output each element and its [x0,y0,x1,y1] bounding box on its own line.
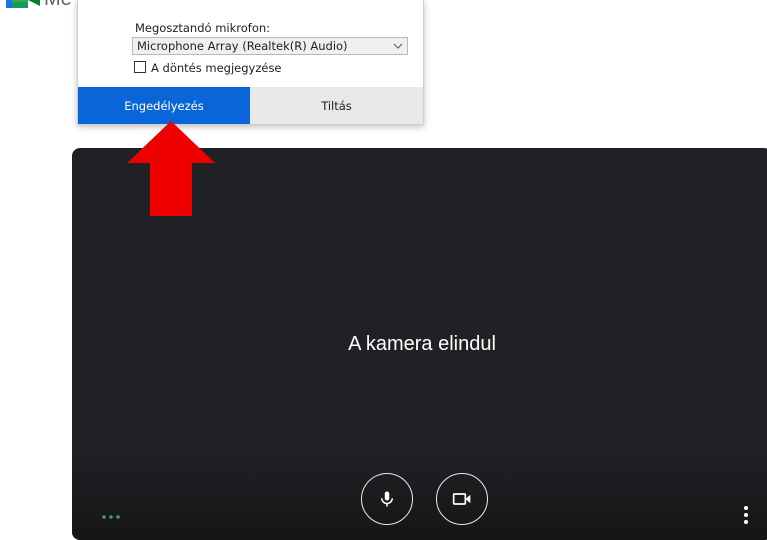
page: Me Megosztandó mikrofon: Microphone Arra… [0,0,767,540]
microphone-icon [381,491,393,507]
deny-button-label: Tiltás [321,98,352,113]
annotation-arrow [127,121,215,216]
video-camera-icon [452,493,471,505]
app-title: Me [44,0,72,11]
deny-button[interactable]: Tiltás [250,87,423,124]
three-dots-horizontal-icon[interactable] [101,512,121,522]
remember-checkbox-label: A döntés megjegyzése [151,61,282,75]
mic-select-label-text: Megosztandó mikrofon: [135,21,271,35]
three-dots-vertical-icon[interactable] [741,504,751,526]
camera-status-text: A kamera elindul [348,333,496,355]
camera-toggle-button[interactable] [436,473,488,525]
remember-checkbox[interactable] [134,61,146,73]
allow-button[interactable]: Engedélyezés [78,87,250,124]
mic-select[interactable]: Microphone Array (Realtek(R) Audio) [132,37,408,55]
permission-popup: Megosztandó mikrofon: Microphone Array (… [77,0,424,125]
microphone-toggle-button[interactable] [361,473,413,525]
video-bottom-gradient [72,450,767,540]
chevron-down-icon [393,43,403,49]
meet-logo [6,0,40,8]
mic-select-label: Megosztandó mikrofon: [135,21,270,35]
allow-button-label: Engedélyezés [124,98,204,113]
mic-select-value: Microphone Array (Realtek(R) Audio) [137,39,348,53]
